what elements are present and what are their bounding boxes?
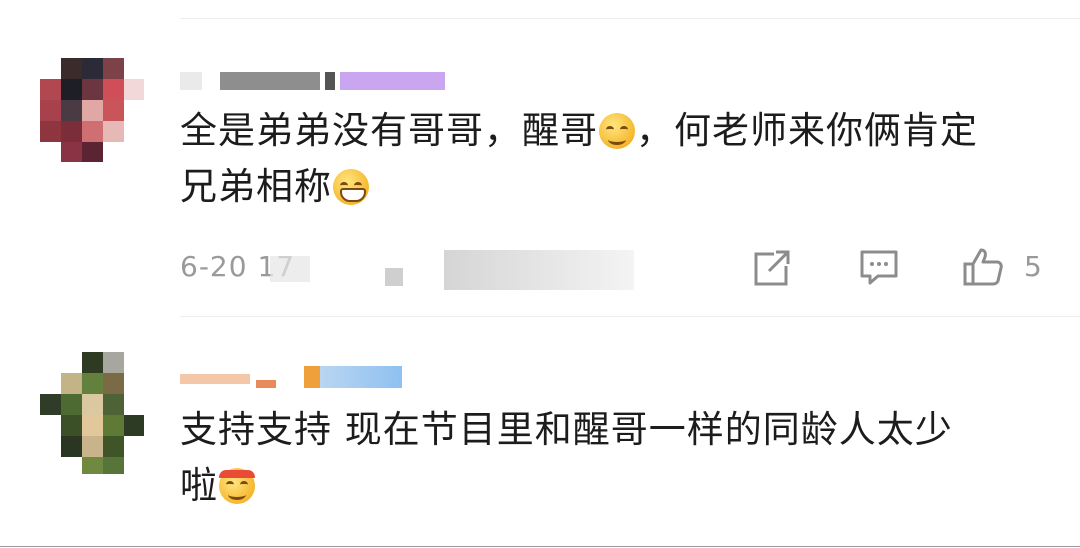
comment-divider	[180, 316, 1080, 317]
avatar[interactable]	[40, 352, 144, 474]
comment-icon[interactable]	[858, 246, 900, 288]
comment-text: 全是弟弟没有哥哥，醒哥 ，何老师来你俩肯定 兄弟相称	[180, 103, 1060, 215]
device-blurred	[444, 250, 634, 290]
comment-text: 支持支持 现在节目里和醒哥一样的同龄人太少 啦	[180, 402, 1060, 514]
share-icon[interactable]	[752, 246, 794, 288]
like-count: 5	[1024, 250, 1042, 283]
comment-text-part: 啦	[180, 464, 218, 507]
avatar[interactable]	[40, 58, 144, 162]
location-blurred	[385, 268, 403, 286]
bottom-divider	[0, 546, 1080, 547]
bandana-emoji-icon	[219, 468, 255, 504]
comment-text-part: 支持支持 现在节目里和醒哥一样的同龄人太少	[180, 408, 953, 451]
username-blurred[interactable]	[180, 366, 405, 392]
username-blurred[interactable]	[180, 72, 450, 90]
comment-text-part: 全是弟弟没有哥哥，醒哥	[180, 109, 598, 152]
smile-emoji-icon	[599, 113, 635, 149]
grin-emoji-icon	[333, 169, 369, 205]
timestamp-blurred	[270, 256, 310, 282]
comment-text-part: 兄弟相称	[180, 165, 332, 208]
thumbs-up-icon[interactable]	[962, 246, 1004, 288]
comment-text-part: ，何老师来你俩肯定	[636, 109, 978, 152]
top-divider	[180, 18, 1080, 19]
